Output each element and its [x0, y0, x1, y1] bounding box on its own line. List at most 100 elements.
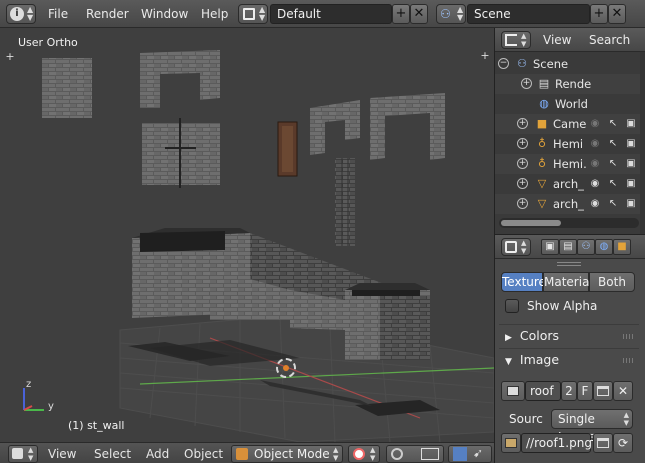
scene-name[interactable]: Scene: [467, 4, 590, 24]
mode-label: Object Mode: [254, 447, 330, 461]
manipulator-icon: [453, 447, 467, 461]
eye-icon[interactable]: ◉: [589, 198, 601, 210]
panel-divider-grip[interactable]: [557, 262, 581, 266]
new-image-button[interactable]: [593, 381, 613, 401]
tool-shelf-toggle[interactable]: +: [4, 51, 16, 63]
screen-layout-name[interactable]: Default: [270, 4, 392, 24]
scene-icon: ⚇: [581, 241, 591, 252]
image-name-field[interactable]: roof: [525, 381, 561, 401]
outliner-menu-search[interactable]: Search: [589, 30, 630, 50]
pack-image-button[interactable]: [501, 433, 521, 453]
3d-viewport[interactable]: User Ortho + + z y (1) st_wall: [0, 28, 494, 442]
screen-layout-selector[interactable]: ▲ ▼: [238, 4, 268, 24]
image-source-dropdown[interactable]: Single Image ▲▼: [551, 409, 633, 444]
axis-z-label: z: [26, 379, 32, 390]
cursor-select-icon[interactable]: ↖: [607, 138, 619, 150]
editor-type-3d-view[interactable]: ▲ ▼: [8, 445, 38, 463]
outliner-row-hemi[interactable]: + ♁ Hemi ◉ ↖ ▣: [495, 134, 640, 154]
editor-type-info[interactable]: i ▲ ▼: [6, 4, 36, 24]
menu-file[interactable]: File: [48, 4, 68, 24]
show-alpha-checkbox[interactable]: [505, 299, 519, 313]
menu-add[interactable]: Add: [146, 446, 169, 462]
manipulator-toggle[interactable]: ➹: [448, 445, 492, 463]
image-panel-header[interactable]: ▼ Image: [499, 348, 639, 370]
outliner-row-arch-2[interactable]: + ▽ arch_ ◉ ↖ ▣: [495, 194, 640, 214]
expand-icon[interactable]: +: [517, 198, 528, 209]
outliner-row-world[interactable]: ◍ World: [495, 94, 640, 114]
eye-icon[interactable]: ◉: [589, 118, 601, 130]
tab-material[interactable]: Material: [543, 272, 593, 292]
eye-icon[interactable]: ◉: [589, 138, 601, 150]
pivot-selector[interactable]: [386, 445, 444, 463]
properties-editor: ▲ ▼ ▣ ▤ ⚇ ◍ ■ Texture Material Both Show …: [494, 234, 645, 463]
render-camera-icon[interactable]: ▣: [625, 118, 637, 130]
outliner-horizontal-scrollbar[interactable]: [499, 218, 639, 228]
expand-icon[interactable]: +: [517, 178, 528, 189]
outliner-row-scene[interactable]: − ⚇ Scene: [495, 54, 640, 74]
chevron-updown-icon: ▲ ▼: [333, 446, 339, 462]
expand-icon[interactable]: +: [517, 158, 528, 169]
panel-grip-icon[interactable]: [623, 334, 635, 339]
chevron-updown-icon: ▲ ▼: [28, 446, 34, 462]
outliner-item-name: World: [555, 97, 588, 111]
add-scene-button[interactable]: +: [590, 4, 608, 24]
scene-icon: ⚇: [440, 7, 451, 21]
image-filepath-field[interactable]: //roof1.png: [521, 433, 592, 453]
menu-window[interactable]: Window: [141, 4, 188, 24]
image-users-count[interactable]: 2: [561, 381, 577, 401]
chevron-updown-icon: ▲ ▼: [259, 5, 266, 22]
tab-both[interactable]: Both: [589, 272, 635, 292]
outliner-vertical-scrollbar[interactable]: [640, 52, 645, 234]
mode-selector[interactable]: Object Mode ▲ ▼: [231, 445, 343, 463]
browse-file-button[interactable]: [593, 433, 613, 453]
object-context-button[interactable]: ■: [613, 239, 631, 255]
menu-render[interactable]: Render: [86, 4, 129, 24]
render-camera-icon[interactable]: ▣: [625, 158, 637, 170]
viewport-shading-selector[interactable]: ▲ ▼: [348, 445, 380, 463]
properties-shelf-toggle[interactable]: +: [479, 50, 491, 62]
outliner-row-camera[interactable]: + ■ Came ◉ ↖ ▣: [495, 114, 640, 134]
scene-context-button[interactable]: ⚇: [577, 239, 595, 255]
expand-icon[interactable]: +: [521, 78, 532, 89]
eye-icon[interactable]: ◉: [589, 158, 601, 170]
menu-select[interactable]: Select: [94, 446, 131, 462]
expand-icon[interactable]: +: [517, 118, 528, 129]
fake-user-toggle[interactable]: F: [577, 381, 593, 401]
render-camera-icon[interactable]: ▣: [625, 198, 637, 210]
3d-cursor-icon[interactable]: [276, 358, 296, 378]
delete-scene-button[interactable]: ✕: [608, 4, 626, 24]
menu-view[interactable]: View: [48, 446, 76, 462]
render-camera-icon[interactable]: ▣: [625, 138, 637, 150]
arrow-icon: ➹: [473, 446, 484, 460]
cursor-select-icon[interactable]: ↖: [607, 198, 619, 210]
outliner-menu-view[interactable]: View: [543, 30, 571, 50]
cursor-select-icon[interactable]: ↖: [607, 178, 619, 190]
collapse-icon[interactable]: −: [498, 58, 509, 69]
outliner-item-name: Hemi: [553, 137, 584, 151]
render-layers-context-button[interactable]: ▤: [559, 239, 577, 255]
scene-selector[interactable]: ⚇ ▲ ▼: [436, 4, 466, 24]
tab-texture[interactable]: Texture: [501, 272, 546, 292]
menu-object[interactable]: Object: [184, 446, 223, 462]
render-camera-icon[interactable]: ▣: [625, 178, 637, 190]
cursor-select-icon[interactable]: ↖: [607, 118, 619, 130]
eye-icon[interactable]: ◉: [589, 178, 601, 190]
menu-help[interactable]: Help: [201, 4, 228, 24]
add-screen-button[interactable]: +: [392, 4, 410, 24]
colors-panel-header[interactable]: ▶ Colors: [499, 324, 639, 346]
render-context-button[interactable]: ▣: [541, 239, 559, 255]
panel-grip-icon[interactable]: [623, 358, 635, 363]
world-context-button[interactable]: ◍: [595, 239, 613, 255]
world-icon: ◍: [599, 241, 609, 252]
editor-type-properties[interactable]: ▲ ▼: [501, 238, 531, 256]
delete-screen-button[interactable]: ✕: [410, 4, 428, 24]
outliner-row-arch[interactable]: + ▽ arch_ ◉ ↖ ▣: [495, 174, 640, 194]
outliner-row-hemi-001[interactable]: + ♁ Hemi. ◉ ↖ ▣: [495, 154, 640, 174]
expand-icon[interactable]: +: [517, 138, 528, 149]
outliner-row-render-layers[interactable]: + ▤ Rende: [495, 74, 640, 94]
unlink-image-button[interactable]: ✕: [613, 381, 633, 401]
reload-image-button[interactable]: ⟳: [613, 433, 633, 453]
cursor-select-icon[interactable]: ↖: [607, 158, 619, 170]
editor-type-outliner[interactable]: ▲ ▼: [501, 31, 531, 49]
image-browse-button[interactable]: [501, 381, 525, 401]
